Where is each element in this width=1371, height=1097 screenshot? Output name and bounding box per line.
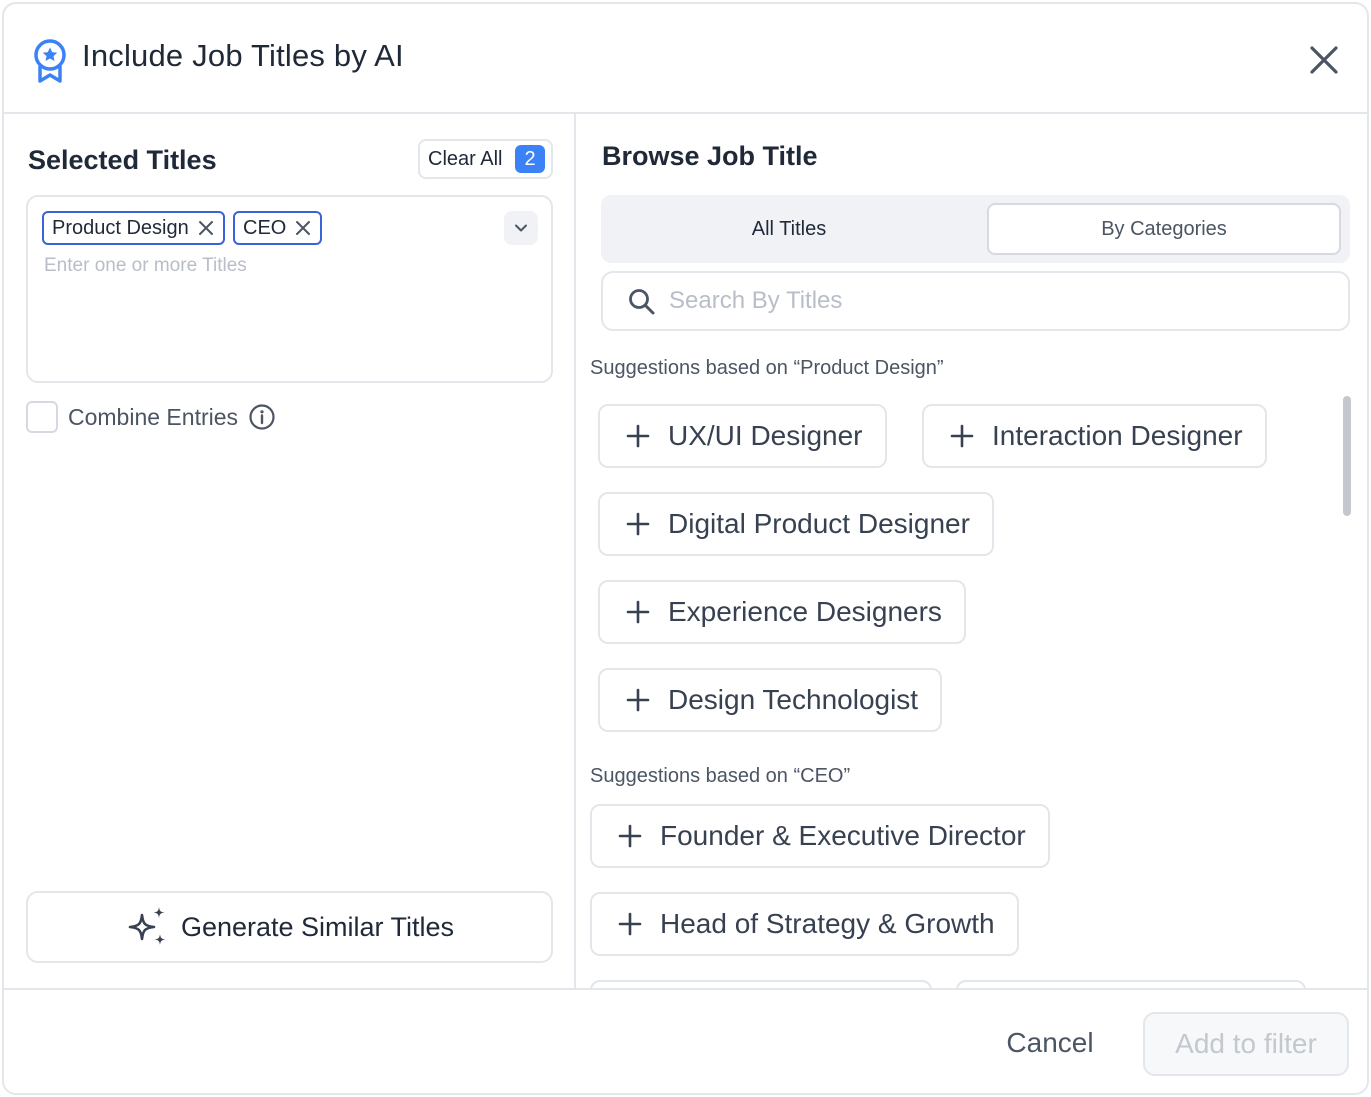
selected-titles-heading: Selected Titles [28,145,217,175]
browse-pane: Browse Job Title All Titles By Categorie… [576,114,1367,988]
suggestions-label-ceo: Suggestions based on “CEO” [590,765,851,787]
suggestion-interaction-designer[interactable]: Interaction Designer [922,404,1267,468]
suggestion-founder-executive-director[interactable]: Founder & Executive Director [590,804,1050,868]
generate-similar-titles-button[interactable]: Generate Similar Titles [26,891,553,963]
selected-titles-input-box[interactable]: Product Design CEO [26,195,553,383]
award-badge-icon [34,39,66,83]
suggestion-label: Experience Designers [668,596,942,627]
remove-chip-icon[interactable] [197,219,215,237]
job-titles-modal: Include Job Titles by AI Selected Titles… [2,2,1369,1095]
suggestion-head-of-strategy-growth[interactable]: Head of Strategy & Growth [590,892,1019,956]
close-icon[interactable] [1304,40,1344,80]
clear-all-label: Clear All [428,147,503,170]
selected-titles-pane: Selected Titles Clear All 2 Product Desi… [4,114,576,988]
suggestion-partial[interactable] [956,980,1306,988]
plus-icon [626,512,650,536]
plus-icon [950,424,974,448]
plus-icon [626,424,650,448]
info-icon[interactable] [248,403,276,431]
add-to-filter-button[interactable]: Add to filter [1143,1012,1349,1076]
suggestion-partial[interactable] [590,980,932,988]
suggestion-label: Digital Product Designer [668,508,970,539]
suggestions-label-product-design: Suggestions based on “Product Design” [590,357,944,379]
suggestion-experience-designers[interactable]: Experience Designers [598,580,966,644]
chevron-down-icon [515,224,527,232]
tab-all-titles[interactable]: All Titles [609,203,969,255]
selected-count-badge: 2 [515,145,545,173]
suggestion-digital-product-designer[interactable]: Digital Product Designer [598,492,994,556]
combine-entries-label: Combine Entries [68,403,239,430]
chip-label: Product Design [52,216,189,239]
chip-ceo: CEO [233,211,323,245]
chip-product-design: Product Design [42,211,225,245]
modal-header: Include Job Titles by AI [4,4,1367,114]
chip-label: CEO [243,216,287,239]
sparkles-icon [128,907,166,945]
modal-footer: Cancel Add to filter [4,988,1367,1093]
view-toggle: All Titles By Categories [601,195,1350,263]
titles-input[interactable] [44,255,464,277]
plus-icon [618,824,642,848]
modal-title: Include Job Titles by AI [82,38,404,73]
cancel-button[interactable]: Cancel [990,1012,1110,1074]
suggestion-label: Interaction Designer [992,420,1243,451]
suggestion-design-technologist[interactable]: Design Technologist [598,668,943,732]
tab-by-categories[interactable]: By Categories [987,203,1341,255]
scrollbar-thumb[interactable] [1343,396,1351,516]
combine-entries-row: Combine Entries [26,401,276,433]
browse-heading: Browse Job Title [602,141,818,171]
suggestion-label: Design Technologist [668,684,919,715]
remove-chip-icon[interactable] [294,219,312,237]
plus-icon [626,688,650,712]
search-input[interactable] [669,283,1319,319]
clear-all-button[interactable]: Clear All 2 [418,139,553,179]
suggestion-ux-ui-designer[interactable]: UX/UI Designer [598,404,887,468]
suggestion-label: Head of Strategy & Growth [660,908,995,939]
generate-label: Generate Similar Titles [180,911,455,942]
search-box [601,271,1350,331]
suggestion-label: Founder & Executive Director [660,820,1026,851]
dropdown-toggle[interactable] [504,211,538,245]
suggestion-label: UX/UI Designer [668,420,863,451]
combine-entries-checkbox[interactable] [26,401,58,433]
plus-icon [618,912,642,936]
plus-icon [626,600,650,624]
search-icon [629,289,655,315]
